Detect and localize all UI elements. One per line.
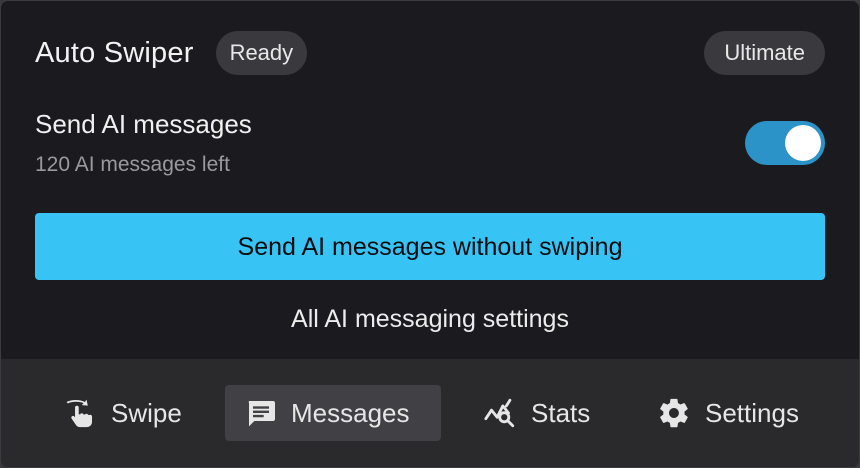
chat-icon [245, 397, 277, 429]
app-title: Auto Swiper [35, 36, 194, 69]
tab-swipe[interactable]: Swipe [63, 385, 182, 441]
bottom-tab-bar: Swipe Messages Stats Settings [1, 359, 859, 467]
plan-badge: Ultimate [704, 31, 825, 75]
ai-messages-row: Send AI messages 120 AI messages left [35, 109, 825, 181]
tab-settings[interactable]: Settings [657, 385, 799, 441]
swipe-gesture-icon [63, 396, 97, 430]
ai-messages-toggle[interactable] [745, 121, 825, 165]
auto-swiper-panel: Auto Swiper Ready Ultimate Send AI messa… [0, 0, 860, 468]
tab-stats-label: Stats [531, 397, 591, 428]
gear-icon [657, 396, 691, 430]
toggle-knob [785, 125, 821, 161]
stats-icon [483, 396, 517, 430]
status-badge: Ready [215, 31, 308, 75]
ai-messages-title: Send AI messages [35, 109, 252, 139]
tab-swipe-label: Swipe [111, 397, 182, 428]
tab-messages[interactable]: Messages [225, 385, 441, 441]
ai-messaging-settings-link[interactable]: All AI messaging settings [1, 305, 859, 337]
tab-messages-label: Messages [291, 397, 410, 428]
header: Auto Swiper Ready Ultimate [35, 31, 825, 75]
send-ai-messages-button[interactable]: Send AI messages without swiping [35, 213, 825, 280]
tab-settings-label: Settings [705, 397, 799, 428]
ai-messages-remaining: 120 AI messages left [35, 153, 230, 176]
tab-stats[interactable]: Stats [483, 385, 590, 441]
